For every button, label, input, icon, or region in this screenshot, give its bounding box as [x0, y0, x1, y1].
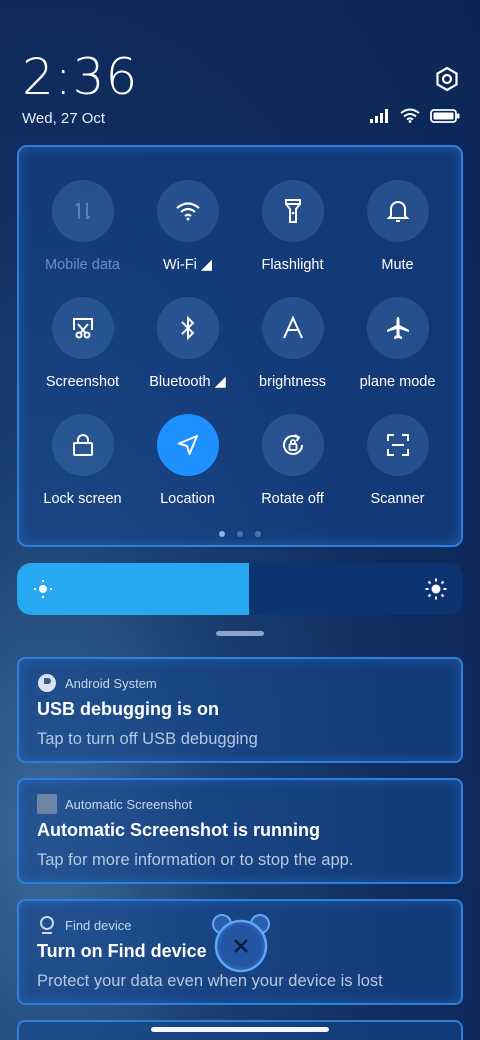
- clock-time: 2:36: [22, 48, 139, 106]
- tile-rotate-lock[interactable]: Rotate off: [240, 414, 345, 507]
- tile-label: Rotate off: [261, 491, 324, 507]
- page-dot[interactable]: [237, 531, 243, 537]
- android-system-icon: [37, 673, 57, 693]
- notification-title: Automatic Screenshot is running: [37, 820, 321, 840]
- notification-app-name: Android System: [65, 675, 157, 691]
- wifi-icon: [156, 180, 219, 242]
- drag-handle[interactable]: [216, 631, 264, 636]
- tile-auto-brightness[interactable]: brightness: [240, 297, 345, 390]
- notification-title: USB debugging is on: [37, 699, 219, 719]
- tile-scanner[interactable]: Scanner: [345, 414, 450, 507]
- quick-settings-panel: Mobile data Wi-Fi ◢ Flashlight Mute Scre…: [17, 145, 463, 547]
- tile-label: brightness: [259, 374, 326, 390]
- brightness-slider[interactable]: [17, 563, 463, 615]
- tile-wifi[interactable]: Wi-Fi ◢: [135, 180, 240, 273]
- tile-location[interactable]: Location: [135, 414, 240, 507]
- bluetooth-icon: [156, 297, 219, 359]
- automatic-screenshot-app-icon: [37, 794, 57, 814]
- home-indicator[interactable]: [151, 1027, 329, 1032]
- tile-lock-screen[interactable]: Lock screen: [30, 414, 135, 507]
- notification-auto-screenshot[interactable]: Automatic Screenshot Automatic Screensho…: [17, 778, 463, 884]
- mobile-data-icon: [51, 180, 114, 242]
- tile-label: plane mode: [359, 374, 436, 390]
- tile-label: Flashlight: [261, 257, 324, 273]
- wifi-icon: [400, 108, 420, 128]
- floating-close-bubble-icon[interactable]: [208, 912, 274, 974]
- find-device-icon: [37, 915, 57, 935]
- rotate-lock-icon: [261, 414, 324, 476]
- notification-body: Protect your data even when your device …: [37, 972, 383, 990]
- brightness-high-icon: [425, 578, 447, 605]
- notification-body: Tap to turn off USB debugging: [37, 730, 258, 748]
- notification-app-name: Automatic Screenshot: [65, 796, 193, 812]
- status-icons: [370, 108, 460, 128]
- tile-mute[interactable]: Mute: [345, 180, 450, 273]
- tile-label: Screenshot: [45, 374, 120, 390]
- tile-label: Lock screen: [43, 491, 122, 507]
- notification-app-name: Find device: [65, 917, 132, 933]
- notification-usb-debugging[interactable]: Android System USB debugging is on Tap t…: [17, 657, 463, 763]
- notification-title: Turn on Find device: [37, 941, 207, 961]
- airplane-icon: [366, 297, 429, 359]
- tile-label: Bluetooth ◢: [149, 374, 226, 390]
- scanner-icon: [366, 414, 429, 476]
- screenshot-icon: [51, 297, 114, 359]
- page-indicator: [219, 531, 261, 537]
- auto-brightness-icon: [261, 297, 324, 359]
- page-dot[interactable]: [255, 531, 261, 537]
- tile-screenshot[interactable]: Screenshot: [30, 297, 135, 390]
- tile-flashlight[interactable]: Flashlight: [240, 180, 345, 273]
- tile-airplane-mode[interactable]: plane mode: [345, 297, 450, 390]
- tile-bluetooth[interactable]: Bluetooth ◢: [135, 297, 240, 390]
- battery-icon: [430, 108, 460, 128]
- lock-icon: [51, 414, 114, 476]
- tile-label: Scanner: [370, 491, 425, 507]
- tile-label: Wi-Fi ◢: [163, 257, 212, 273]
- tile-label: Location: [160, 491, 215, 507]
- signal-icon: [370, 108, 390, 128]
- tile-label: Mute: [381, 257, 414, 273]
- page-dot[interactable]: [219, 531, 225, 537]
- notification-body: Tap for more information or to stop the …: [37, 851, 354, 869]
- bell-icon: [366, 180, 429, 242]
- tile-mobile-data[interactable]: Mobile data: [30, 180, 135, 273]
- location-icon: [156, 414, 219, 476]
- settings-gear-icon[interactable]: [432, 64, 462, 94]
- brightness-low-icon: [33, 579, 53, 604]
- tile-label: Mobile data: [45, 257, 120, 273]
- flashlight-icon: [261, 180, 324, 242]
- date-label: Wed, 27 Oct: [22, 110, 106, 127]
